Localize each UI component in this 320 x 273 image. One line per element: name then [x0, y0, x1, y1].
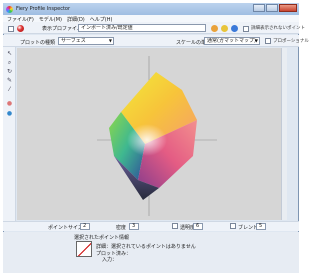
scale-unit-select[interactable]: 通常(ガマットマップ) ▼ — [204, 37, 260, 45]
blend-spinner[interactable]: 5 — [256, 223, 266, 230]
point-size-label: ポイントサイズ — [48, 225, 83, 231]
point-info-title: 選択されたポイント情報 — [74, 235, 130, 241]
plot-type-value: サーフェス — [61, 38, 86, 44]
profile-checkbox[interactable] — [8, 26, 14, 32]
close-button[interactable] — [279, 4, 297, 12]
maximize-button[interactable] — [266, 4, 278, 12]
blend-checkbox[interactable] — [230, 223, 236, 229]
rotate-icon[interactable]: ↻ — [6, 68, 13, 75]
view-scrollbar[interactable] — [281, 48, 287, 220]
warning-icon[interactable] — [211, 25, 218, 32]
profile-field[interactable]: インポート済み/既定値 — [78, 24, 206, 32]
info-icon[interactable]: ● — [6, 110, 13, 117]
zoom-icon[interactable]: ⌕ — [6, 59, 13, 66]
window-title: Fiery Profile Inspector — [16, 6, 71, 12]
pointer-icon[interactable]: ↖ — [6, 50, 13, 57]
point-info-detail: 詳細：選択されているポイントはありません — [96, 244, 196, 250]
density-label: 密度 — [116, 225, 127, 231]
pen-icon[interactable]: ✎ — [6, 77, 13, 84]
app-icon — [6, 6, 13, 13]
profile-color-icon[interactable] — [17, 25, 24, 32]
chevron-down-icon: ▼ — [254, 38, 258, 43]
chevron-down-icon: ▼ — [108, 38, 112, 43]
plot-type-select[interactable]: サーフェス ▼ — [58, 37, 114, 45]
info-icon[interactable] — [231, 25, 238, 32]
hidden-points-checkbox[interactable] — [243, 26, 249, 32]
gamut-3d-view[interactable] — [17, 48, 281, 220]
highlight-icon[interactable] — [221, 25, 228, 32]
gamut-highlight — [127, 124, 167, 156]
proportional-label: プロポーショナル — [273, 39, 309, 44]
title-bar[interactable]: Fiery Profile Inspector — [3, 3, 299, 15]
opacity-checkbox[interactable] — [172, 223, 178, 229]
minimize-button[interactable] — [253, 4, 265, 12]
plot-type-label: プロットの種類 — [20, 40, 56, 46]
input-label: 入力： — [102, 257, 118, 263]
window-controls — [253, 4, 297, 12]
hidden-points-label: 詳細表示されないポイント — [251, 26, 305, 31]
proportional-checkbox[interactable] — [265, 38, 271, 44]
sphere-icon[interactable]: ● — [6, 100, 13, 107]
point-info-panel — [3, 232, 299, 273]
density-spinner[interactable]: 3 — [129, 223, 139, 230]
blend-label: ブレンド — [238, 225, 259, 231]
eyedropper-icon[interactable]: ⁄ — [6, 86, 13, 93]
gamut-plot — [97, 56, 217, 216]
point-size-spinner[interactable]: 2 — [80, 223, 90, 230]
scale-unit-value: 通常(ガマットマップ) — [207, 38, 256, 44]
opacity-spinner[interactable]: 6 — [193, 223, 203, 230]
color-swatch — [76, 241, 92, 257]
